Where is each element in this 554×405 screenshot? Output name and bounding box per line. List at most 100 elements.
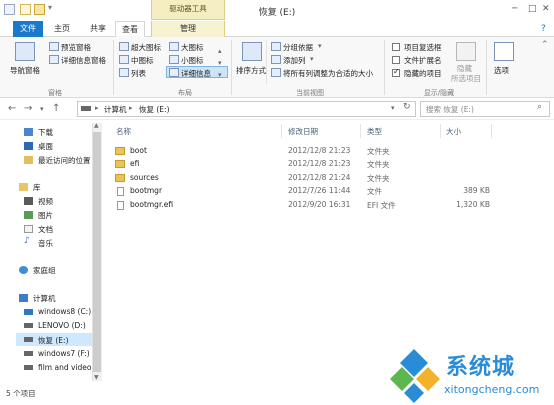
file-type: EFI 文件 <box>367 201 396 210</box>
hidden-items-label: 隐藏的项目 <box>404 69 442 78</box>
table-row[interactable]: sources 2012/12/8 21:24 文件夹 <box>110 172 500 185</box>
breadcrumb-drive[interactable]: 恢复 (E:) <box>139 104 170 115</box>
downloads-icon <box>24 128 33 136</box>
help-icon[interactable]: ? <box>541 24 546 34</box>
details-pane-button[interactable]: 详细信息窗格 <box>61 55 106 66</box>
sort-by-button[interactable]: 排序方式 <box>236 65 266 76</box>
file-name: bootmgr.efi <box>130 200 174 209</box>
forward-icon[interactable]: → <box>24 103 32 114</box>
sidebar-item-videos[interactable]: 视频 <box>38 196 53 207</box>
drive-icon <box>81 106 91 111</box>
group-by-button[interactable]: 分组依据 <box>283 42 313 53</box>
column-divider[interactable] <box>491 124 492 138</box>
navigation-pane-button[interactable]: 导航窗格 <box>10 65 40 76</box>
file-name: sources <box>130 173 159 182</box>
navigation-pane-icon[interactable] <box>15 42 35 61</box>
hide-selected-icon[interactable] <box>456 42 476 61</box>
sidebar-item-music[interactable]: 音乐 <box>38 238 53 249</box>
sidebar-item-drive-c[interactable]: windows8 (C:) <box>38 307 91 316</box>
large-icons-button[interactable]: 大图标 <box>181 42 204 53</box>
column-header-name[interactable]: 名称 <box>116 126 131 137</box>
address-dropdown-icon[interactable]: ▾ <box>391 104 395 112</box>
file-date: 2012/12/8 21:23 <box>288 146 351 155</box>
sidebar-computer[interactable]: 计算机 <box>33 293 56 304</box>
details-view-button[interactable]: 详细信息 <box>181 68 211 79</box>
file-extensions-checkbox[interactable] <box>392 56 400 64</box>
file-type: 文件 <box>367 187 382 196</box>
sidebar-item-drive-f[interactable]: windows7 (F:) <box>38 349 90 358</box>
tab-file[interactable]: 文件 <box>13 21 43 37</box>
maximize-icon[interactable]: □ <box>528 4 537 14</box>
list-view-button[interactable]: 列表 <box>131 68 146 79</box>
column-header-type[interactable]: 类型 <box>367 126 382 137</box>
desktop-icon <box>24 142 33 150</box>
watermark: 系统城 xitongcheng.com <box>386 341 554 403</box>
sidebar-libraries[interactable]: 库 <box>33 182 41 193</box>
file-size: 1,320 KB <box>456 200 490 209</box>
table-row[interactable]: boot 2012/12/8 21:23 文件夹 <box>110 145 500 158</box>
table-row[interactable]: bootmgr.efi 2012/9/20 16:31 EFI 文件 1,320… <box>110 199 500 212</box>
layout-group-label: 布局 <box>178 89 192 97</box>
options-button[interactable]: 选项 <box>494 65 509 76</box>
address-bar[interactable] <box>77 101 416 117</box>
small-icons-button[interactable]: 小图标 <box>181 55 204 66</box>
item-checkboxes-checkbox[interactable] <box>392 43 400 51</box>
column-divider[interactable] <box>281 124 282 138</box>
hide-selected-label-2[interactable]: 所选项目 <box>451 73 481 84</box>
column-divider[interactable] <box>440 124 441 138</box>
ribbon-collapse-icon[interactable]: ⌃ <box>541 40 549 50</box>
file-type: 文件夹 <box>367 174 390 183</box>
sidebar-item-downloads[interactable]: 下载 <box>38 127 53 138</box>
sidebar-scrollbar-thumb[interactable] <box>93 132 101 372</box>
extra-large-icons-button[interactable]: 超大图标 <box>131 42 161 53</box>
pictures-icon <box>24 211 33 219</box>
drive-g-icon <box>24 365 33 370</box>
sidebar-item-drive-e[interactable]: 恢复 (E:) <box>38 335 69 346</box>
table-row[interactable]: bootmgr 2012/7/26 11:44 文件 389 KB <box>110 185 500 198</box>
minimize-icon[interactable]: ─ <box>512 4 517 14</box>
tab-manage[interactable]: 管理 <box>151 21 225 37</box>
pane-group-label: 窗格 <box>48 89 62 97</box>
tab-share[interactable]: 共享 <box>83 21 113 37</box>
column-header-size[interactable]: 大小 <box>446 126 461 137</box>
close-icon[interactable]: ✕ <box>542 4 550 14</box>
scroll-up-icon[interactable]: ▲ <box>94 122 99 129</box>
sidebar-item-recent[interactable]: 最近访问的位置 <box>38 155 91 166</box>
medium-icons-button[interactable]: 中图标 <box>131 55 154 66</box>
column-divider[interactable] <box>360 124 361 138</box>
ribbon-separator <box>266 40 267 84</box>
drive-c-icon <box>24 309 33 315</box>
size-all-columns-button[interactable]: 将所有列调整为合适的大小 <box>283 68 373 79</box>
add-columns-button[interactable]: 添加列 <box>283 55 306 66</box>
layout-scroll-arrows-icon[interactable]: ▴ ▾ ▾ <box>218 45 222 81</box>
file-type: 文件夹 <box>367 160 390 169</box>
preview-pane-button[interactable]: 预览窗格 <box>61 42 91 53</box>
sidebar-item-desktop[interactable]: 桌面 <box>38 141 53 152</box>
ribbon-separator <box>113 40 114 95</box>
refresh-icon[interactable]: ↻ <box>403 102 411 112</box>
breadcrumb-computer[interactable]: 计算机 <box>104 104 127 115</box>
hidden-items-checkbox[interactable] <box>392 67 400 77</box>
sidebar-homegroup[interactable]: 家庭组 <box>33 265 56 276</box>
size-columns-icon <box>271 68 281 77</box>
options-icon[interactable] <box>494 42 514 61</box>
add-columns-dropdown-icon[interactable]: ▾ <box>310 55 314 63</box>
back-icon[interactable]: ← <box>8 103 16 114</box>
tab-home[interactable]: 主页 <box>47 21 77 37</box>
sidebar-item-pictures[interactable]: 图片 <box>38 210 53 221</box>
sidebar-item-drive-d[interactable]: LENOVO (D:) <box>38 321 86 330</box>
breadcrumb-chevron-icon[interactable]: ▸ <box>95 104 99 112</box>
sidebar-item-documents[interactable]: 文档 <box>38 224 53 235</box>
sort-by-icon[interactable] <box>242 42 262 61</box>
search-icon[interactable]: ⌕ <box>537 102 542 112</box>
recent-locations-icon[interactable]: ▾ <box>40 105 44 113</box>
scroll-down-icon[interactable]: ▼ <box>94 374 99 381</box>
up-icon[interactable]: ↑ <box>52 103 60 114</box>
table-row[interactable]: efi 2012/12/8 21:23 文件夹 <box>110 158 500 171</box>
column-header-date[interactable]: 修改日期 <box>288 126 318 137</box>
sidebar-item-drive-g[interactable]: film and video <box>38 363 92 372</box>
file-name: efi <box>130 159 140 168</box>
breadcrumb-chevron-icon[interactable]: ▸ <box>129 104 133 112</box>
group-by-dropdown-icon[interactable]: ▾ <box>318 42 322 50</box>
tab-view[interactable]: 查看 <box>115 21 145 37</box>
